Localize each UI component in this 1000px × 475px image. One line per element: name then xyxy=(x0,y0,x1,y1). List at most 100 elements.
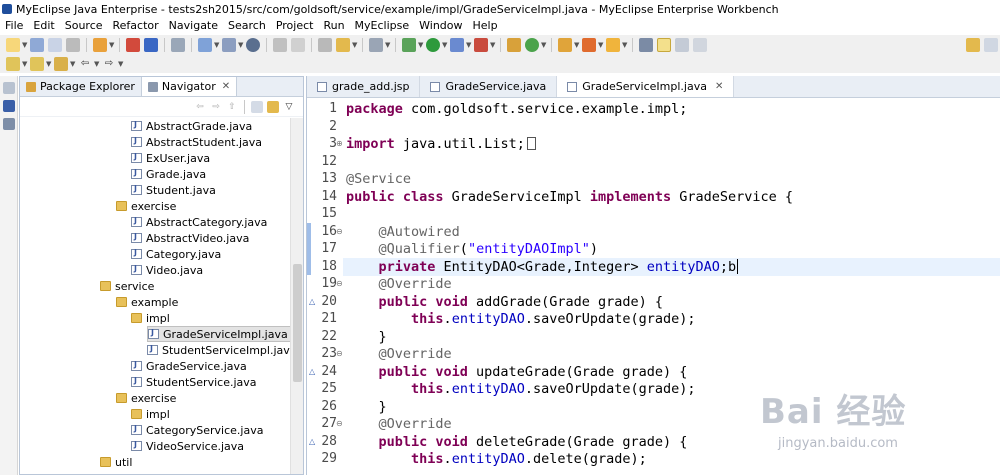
tree-file[interactable]: ExUser.java xyxy=(131,150,210,166)
dropdown-arrow-icon[interactable]: ▼ xyxy=(442,41,448,49)
menu-source[interactable]: Source xyxy=(60,18,108,34)
menu-window[interactable]: Window xyxy=(414,18,467,34)
tree-file[interactable]: CategoryService.java xyxy=(131,422,263,438)
menu-refactor[interactable]: Refactor xyxy=(108,18,164,34)
restore-icon[interactable] xyxy=(3,82,15,94)
dropdown-arrow-icon[interactable]: ▼ xyxy=(94,60,100,68)
tree-file[interactable]: GradeServiceImpl.java xyxy=(147,326,290,342)
tree-file[interactable]: VideoService.java xyxy=(131,438,244,454)
package-icon[interactable] xyxy=(336,38,350,52)
menu-run[interactable]: Run xyxy=(318,18,349,34)
tree-file[interactable]: Video.java xyxy=(131,262,203,278)
dropdown-arrow-icon[interactable]: ▼ xyxy=(109,41,115,49)
code-line[interactable]: @Autowired xyxy=(343,223,1000,241)
tree-file[interactable]: AbstractVideo.java xyxy=(131,230,249,246)
tree-file[interactable]: AbstractGrade.java xyxy=(131,118,252,134)
collapse-all-icon[interactable] xyxy=(251,100,263,113)
dropdown-arrow-icon[interactable]: ▼ xyxy=(541,41,547,49)
menu-edit[interactable]: Edit xyxy=(28,18,59,34)
tree-folder[interactable]: impl xyxy=(131,406,170,422)
code-line[interactable]: public void updateGrade(Grade grade) { xyxy=(343,363,1000,381)
search-icon[interactable] xyxy=(222,38,236,52)
save-icon[interactable] xyxy=(30,38,44,52)
dropdown-arrow-icon[interactable]: ▼ xyxy=(574,41,580,49)
forward-icon[interactable]: ⇨ xyxy=(210,101,222,113)
tree-file[interactable]: Category.java xyxy=(131,246,221,262)
tree-folder[interactable]: service xyxy=(100,278,154,294)
pencil-icon[interactable] xyxy=(582,38,596,52)
tree-file[interactable]: AbstractStudent.java xyxy=(131,134,262,150)
tree-folder[interactable]: exercise xyxy=(116,198,176,214)
dropdown-arrow-icon[interactable]: ▼ xyxy=(598,41,604,49)
tree-folder[interactable]: example xyxy=(116,294,178,310)
navigator-scrollbar[interactable] xyxy=(290,118,303,474)
new-icon[interactable] xyxy=(6,38,20,52)
tree-file[interactable]: AbstractCategory.java xyxy=(131,214,267,230)
tree-folder[interactable]: impl xyxy=(131,310,170,326)
tree-file[interactable]: GradeService.java xyxy=(131,358,247,374)
dropdown-arrow-icon[interactable]: ▼ xyxy=(118,60,124,68)
collapse-fold-icon[interactable]: ⊖ xyxy=(336,345,343,363)
collapse-fold-icon[interactable]: ⊖ xyxy=(336,415,343,433)
link-with-editor-icon[interactable] xyxy=(267,100,279,113)
new-class-icon[interactable] xyxy=(525,38,539,52)
minimized-view-icon[interactable] xyxy=(3,100,15,112)
screen-icon[interactable] xyxy=(369,38,383,52)
dropdown-arrow-icon[interactable]: ▼ xyxy=(622,41,628,49)
menu-project[interactable]: Project xyxy=(271,18,319,34)
editor-tab[interactable]: grade_add.jsp xyxy=(307,76,421,97)
expand-fold-icon[interactable]: ⊕ xyxy=(336,135,343,153)
highlight-icon[interactable] xyxy=(657,38,671,52)
dropdown-arrow-icon[interactable]: ▼ xyxy=(238,41,244,49)
tree-file[interactable]: StudentServiceImpl.java xyxy=(147,342,290,358)
pin-icon[interactable] xyxy=(639,38,653,52)
run-icon[interactable] xyxy=(426,38,440,52)
code-line[interactable]: @Override xyxy=(343,345,1000,363)
editor-tab[interactable]: GradeServiceImpl.java ✕ xyxy=(557,76,735,97)
format-icon[interactable] xyxy=(318,38,332,52)
previous-annotation-icon[interactable] xyxy=(30,57,44,71)
last-edit-icon[interactable] xyxy=(54,57,68,71)
print-icon[interactable] xyxy=(66,38,80,52)
server-icon[interactable] xyxy=(144,38,158,52)
dropdown-arrow-icon[interactable]: ▼ xyxy=(22,41,28,49)
wizard-icon[interactable] xyxy=(198,38,212,52)
debug-icon[interactable] xyxy=(402,38,416,52)
menu-help[interactable]: Help xyxy=(468,18,503,34)
next-annotation-icon[interactable] xyxy=(6,57,20,71)
dropdown-arrow-icon[interactable]: ▼ xyxy=(490,41,496,49)
menu-myeclipse[interactable]: MyEclipse xyxy=(350,18,415,34)
collapse-fold-icon[interactable]: ⊖ xyxy=(336,275,343,293)
forward-arrow-icon[interactable]: ⇨ xyxy=(102,57,116,71)
code-line[interactable] xyxy=(343,205,1000,223)
open-perspective-icon[interactable] xyxy=(984,38,998,52)
tab-package-explorer[interactable]: Package Explorer xyxy=(20,77,141,96)
menu-file[interactable]: File xyxy=(0,18,28,34)
minimized-view-icon[interactable] xyxy=(3,118,15,130)
view-menu-icon[interactable]: ▽ xyxy=(283,101,295,113)
dropdown-arrow-icon[interactable]: ▼ xyxy=(385,41,391,49)
code-line[interactable]: @Service xyxy=(343,170,1000,188)
collapse-fold-icon[interactable]: ⊖ xyxy=(336,223,343,241)
toggle-block-icon[interactable] xyxy=(675,38,689,52)
code-line[interactable]: import java.util.List; xyxy=(343,135,1000,153)
copy-icon[interactable] xyxy=(291,38,305,52)
dropdown-arrow-icon[interactable]: ▼ xyxy=(418,41,424,49)
close-icon[interactable]: ✕ xyxy=(222,81,230,92)
tree-file[interactable]: Grade.java xyxy=(131,166,206,182)
code-line[interactable]: package com.goldsoft.service.example.imp… xyxy=(343,100,1000,118)
back-icon[interactable]: ⇦ xyxy=(194,101,206,113)
dropdown-arrow-icon[interactable]: ▼ xyxy=(70,60,76,68)
code-line[interactable]: public void addGrade(Grade grade) { xyxy=(343,293,1000,311)
open-task-icon[interactable] xyxy=(558,38,572,52)
code-line[interactable] xyxy=(343,153,1000,171)
dropdown-arrow-icon[interactable]: ▼ xyxy=(352,41,358,49)
dropdown-arrow-icon[interactable]: ▼ xyxy=(22,60,28,68)
code-line[interactable]: this.entityDAO.saveOrUpdate(grade); xyxy=(343,310,1000,328)
run-as-icon[interactable] xyxy=(450,38,464,52)
code-line[interactable]: public class GradeServiceImpl implements… xyxy=(343,188,1000,206)
browser-icon[interactable] xyxy=(171,38,185,52)
menu-search[interactable]: Search xyxy=(223,18,271,34)
code-line[interactable]: private EntityDAO<Grade,Integer> entityD… xyxy=(343,257,1000,276)
scrollbar-thumb[interactable] xyxy=(293,264,302,382)
